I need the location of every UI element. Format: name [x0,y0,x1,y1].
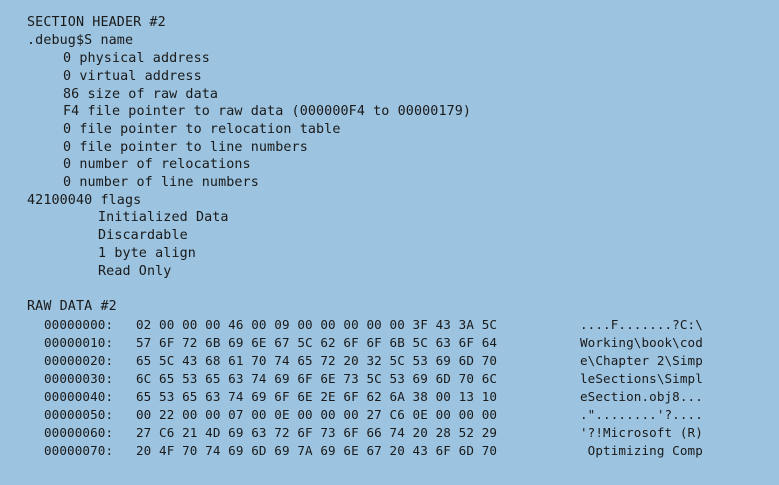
field-line: 0 file pointer to relocation table [63,122,341,137]
hex-address: 00000020: [44,353,114,368]
raw-data-title: RAW DATA #2 [27,299,117,314]
field-line: 0 virtual address [63,69,202,84]
section-name-line: .debug$S name [27,33,134,48]
hex-address: 00000040: [44,389,114,404]
hex-ascii: e\Chapter 2\Simp [580,353,703,368]
hex-ascii: eSection.obj8... [580,389,703,404]
hex-address: 00000050: [44,407,114,422]
section-header-title: SECTION HEADER #2 [27,15,166,30]
flag-item: Read Only [98,264,172,279]
hex-address: 00000060: [44,425,114,440]
hex-ascii: ....F.......?C:\ [580,317,703,332]
field-line: F4 file pointer to raw data (000000F4 to… [63,104,472,119]
field-line: 0 number of line numbers [63,175,259,190]
flag-item: Discardable [98,228,188,243]
hex-address: 00000010: [44,335,114,350]
hex-ascii: leSections\Simpl [580,371,703,386]
hex-address: 00000000: [44,317,114,332]
hex-bytes: 65 5C 43 68 61 70 74 65 72 20 32 5C 53 6… [136,353,498,368]
field-line: 0 number of relocations [63,157,251,172]
hex-ascii: Optimizing Comp [580,443,703,458]
hex-bytes: 20 4F 70 74 69 6D 69 7A 69 6E 67 20 43 6… [136,443,498,458]
hex-ascii: '?!Microsoft (R) [580,425,703,440]
hex-ascii: Working\book\cod [580,335,703,350]
hex-address: 00000030: [44,371,114,386]
flag-item: 1 byte align [98,246,196,261]
flags-line: 42100040 flags [27,193,142,208]
flag-item: Initialized Data [98,210,229,225]
dump-page: SECTION HEADER #2 .debug$S name 0 physic… [0,0,779,485]
hex-bytes: 57 6F 72 6B 69 6E 67 5C 62 6F 6F 6B 5C 6… [136,335,498,350]
hex-bytes: 27 C6 21 4D 69 63 72 6F 73 6F 66 74 20 2… [136,425,498,440]
field-line: 0 file pointer to line numbers [63,140,308,155]
hex-bytes: 00 22 00 00 07 00 0E 00 00 00 27 C6 0E 0… [136,407,498,422]
hex-bytes: 6C 65 53 65 63 74 69 6F 6E 73 5C 53 69 6… [136,371,498,386]
hex-ascii: ."........'?.... [580,407,703,422]
hex-bytes: 02 00 00 00 46 00 09 00 00 00 00 00 3F 4… [136,317,498,332]
hex-address: 00000070: [44,443,114,458]
field-line: 86 size of raw data [63,87,219,102]
field-line: 0 physical address [63,51,210,66]
hex-bytes: 65 53 65 63 74 69 6F 6E 2E 6F 62 6A 38 0… [136,389,498,404]
